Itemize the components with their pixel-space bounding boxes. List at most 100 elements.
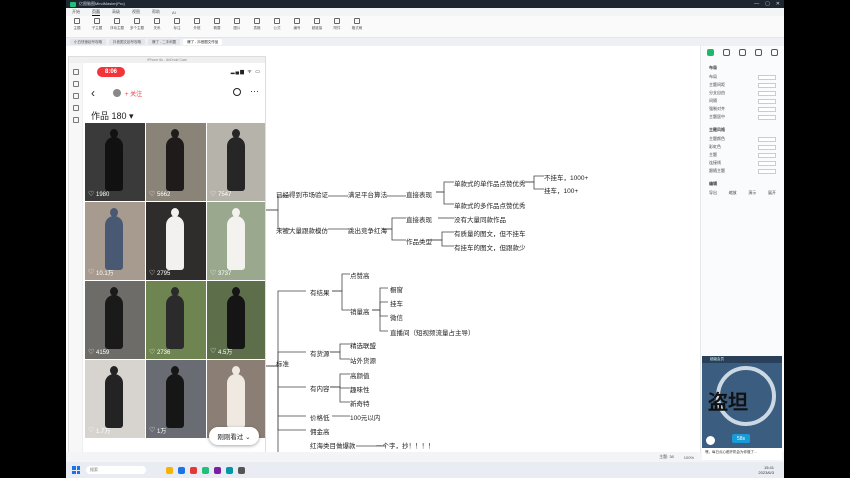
node-quality-no-cart[interactable]: 有质量的图文，但不挂车 (454, 228, 526, 238)
tool-formula[interactable]: 公式 (270, 16, 284, 34)
node-wechat[interactable]: 微信 (390, 312, 403, 322)
doc-tab-3[interactable]: 爆了 - 二手闲置 (148, 39, 181, 45)
node-has-results[interactable]: 有结果 (310, 287, 330, 297)
branch-free-toggle[interactable] (758, 90, 776, 96)
node-high-commission[interactable]: 佣金高 (310, 426, 330, 436)
gap-input[interactable] (758, 98, 776, 104)
node-cart[interactable]: 挂车 (390, 298, 403, 308)
tool-topic[interactable]: 主题 (70, 16, 84, 34)
present-button[interactable]: 演示 (748, 190, 756, 196)
node-selected-alliance[interactable]: 精选联盟 (350, 340, 376, 350)
tool-callout[interactable]: 标注 (170, 16, 184, 34)
tool-attachment[interactable]: 附件 (330, 16, 344, 34)
file-explorer-icon[interactable] (166, 466, 173, 474)
node-no-same-works[interactable]: 没有大量同款作品 (454, 214, 506, 224)
menu-item-start[interactable]: 开始 (72, 9, 80, 15)
node-platform-algorithm[interactable]: 满足平台算法 (348, 189, 387, 199)
force-align-checkbox[interactable] (758, 106, 776, 112)
document-tabs: 小白快速起号攻略 抖音图文起号攻略 爆了 - 二手闲置 爆了 - 抖音图文作品 (66, 38, 784, 46)
doc-tab-1[interactable]: 小白快速起号攻略 (70, 39, 106, 45)
browser-icon[interactable] (178, 466, 185, 474)
node-low-price[interactable]: 价格低 (310, 412, 330, 422)
theme-select[interactable] (758, 152, 776, 158)
tool-numbering[interactable]: 编号 (290, 16, 304, 34)
expand-button[interactable]: 展开 (768, 190, 776, 196)
taskbar-clock[interactable]: 15:41 2023/6/3 (758, 465, 774, 475)
menu-item-help[interactable]: 帮助 (152, 9, 160, 15)
node-market-verified[interactable]: 已经得到市场验证 (276, 189, 328, 199)
menu-item-advanced[interactable]: 高级 (112, 9, 120, 15)
node-high-likes[interactable]: 点赞高 (350, 270, 370, 280)
node-direct-performance-2[interactable]: 直接表现 (406, 214, 432, 224)
rainbow-select[interactable] (758, 144, 776, 150)
node-not-copied[interactable]: 未被大量跟款模仿 (276, 225, 328, 235)
app-red-icon[interactable] (190, 466, 197, 474)
connector-select[interactable] (758, 160, 776, 166)
tool-relation[interactable]: 关系 (150, 16, 164, 34)
minimize-icon[interactable]: — (754, 1, 759, 7)
floating-video-player[interactable]: 超级会员 盗坦 58s 嘿，每日点心都开机会为你做了... (702, 356, 782, 460)
center-checkbox[interactable] (758, 114, 776, 120)
tool-summary[interactable]: 概要 (210, 16, 224, 34)
tool-format-painter[interactable]: 格式刷 (350, 16, 364, 34)
export-button[interactable]: 导出 (709, 190, 717, 196)
theme-panel-icon[interactable] (755, 49, 762, 56)
node-has-content[interactable]: 有内容 (310, 383, 330, 393)
tool-image[interactable]: 图片 (230, 16, 244, 34)
node-live-room[interactable]: 直播间（短视频流量占主导） (390, 327, 475, 337)
start-icon[interactable] (72, 466, 80, 474)
node-direct-performance-1[interactable]: 直接表现 (406, 189, 432, 199)
taskbar-search[interactable]: 搜索 (86, 466, 146, 474)
zoom-level[interactable]: 100% (684, 455, 694, 460)
close-icon[interactable]: ✕ (776, 1, 780, 7)
zoom-button[interactable]: 缩放 (729, 190, 737, 196)
tool-multi[interactable]: 多个主题 (130, 16, 144, 34)
node-high-sales[interactable]: 销量高 (350, 306, 370, 316)
node-multi-work-likes[interactable]: 单款式的多作品点赞优秀 (454, 200, 526, 210)
node-cart-few-copies[interactable]: 有挂车的图文，但跟款少 (454, 242, 526, 252)
node-single-work-likes[interactable]: 单款式的单作品点赞优秀 (454, 178, 526, 188)
doc-tab-2[interactable]: 抖音图文起号攻略 (109, 39, 145, 45)
node-standard[interactable]: 标准 (276, 358, 289, 368)
follow-theme-checkbox[interactable] (758, 168, 776, 174)
node-cart-100[interactable]: 挂车，100+ (544, 185, 578, 195)
tool-hyperlink[interactable]: 超链接 (310, 16, 324, 34)
icon-panel-icon[interactable] (739, 49, 746, 56)
outline-panel-icon[interactable] (771, 49, 778, 56)
node-offsite-supply[interactable]: 站外货源 (350, 355, 376, 365)
node-novel[interactable]: 新奇特 (350, 398, 370, 408)
node-has-supply[interactable]: 有货源 (310, 348, 330, 358)
menu-item-page[interactable]: 页面 (92, 9, 100, 16)
node-good-looks[interactable]: 高颜值 (350, 370, 370, 380)
node-fun[interactable]: 趣味性 (350, 384, 370, 394)
node-no-cart-1000[interactable]: 不挂车，1000+ (544, 172, 588, 182)
mindmap-canvas[interactable]: iPhone 6s - AirDroid Cast 8:06 ▂▄▆ ᯤ ▭ ‹… (66, 46, 700, 462)
tool-table[interactable]: 表格 (250, 16, 264, 34)
node-under-100[interactable]: 100元以内 (350, 412, 380, 422)
maximize-icon[interactable]: ▢ (765, 1, 770, 7)
menu-item-ai[interactable]: AI (172, 10, 176, 15)
doc-tab-4[interactable]: 爆了 - 抖音图文作品 (183, 39, 223, 45)
style-panel-icon[interactable] (723, 49, 730, 56)
node-escape-red-ocean[interactable]: 跳出竞争红海 (348, 225, 387, 235)
layout-select[interactable] (758, 74, 776, 80)
tool-boundary[interactable]: 外框 (190, 16, 204, 34)
spacing-input[interactable] (758, 82, 776, 88)
node-red-ocean-hit[interactable]: 红海类目做爆款 (310, 440, 356, 450)
node-work-type[interactable]: 作品类型 (406, 236, 432, 246)
tool-floating[interactable]: 浮动主题 (110, 16, 124, 34)
numbering-icon (294, 18, 300, 24)
tool-subtopic[interactable]: 子主题 (90, 16, 104, 34)
app-teal-icon[interactable] (226, 466, 233, 474)
node-copy[interactable]: 一个字，抄！！！！ (376, 440, 435, 450)
menu-item-view[interactable]: 视图 (132, 9, 140, 15)
app-purple-icon[interactable] (214, 466, 221, 474)
play-icon[interactable] (706, 436, 715, 445)
node-window[interactable]: 橱窗 (390, 284, 403, 294)
mindmaster-taskbar-icon[interactable] (202, 466, 209, 474)
theme-color-select[interactable] (758, 136, 776, 142)
app-title: 亿图脑图MindMaster(Pro) (79, 1, 125, 6)
video-duration-badge: 58s (732, 434, 750, 443)
layout-panel-icon[interactable] (707, 49, 714, 56)
app-gray-icon[interactable] (238, 466, 245, 474)
